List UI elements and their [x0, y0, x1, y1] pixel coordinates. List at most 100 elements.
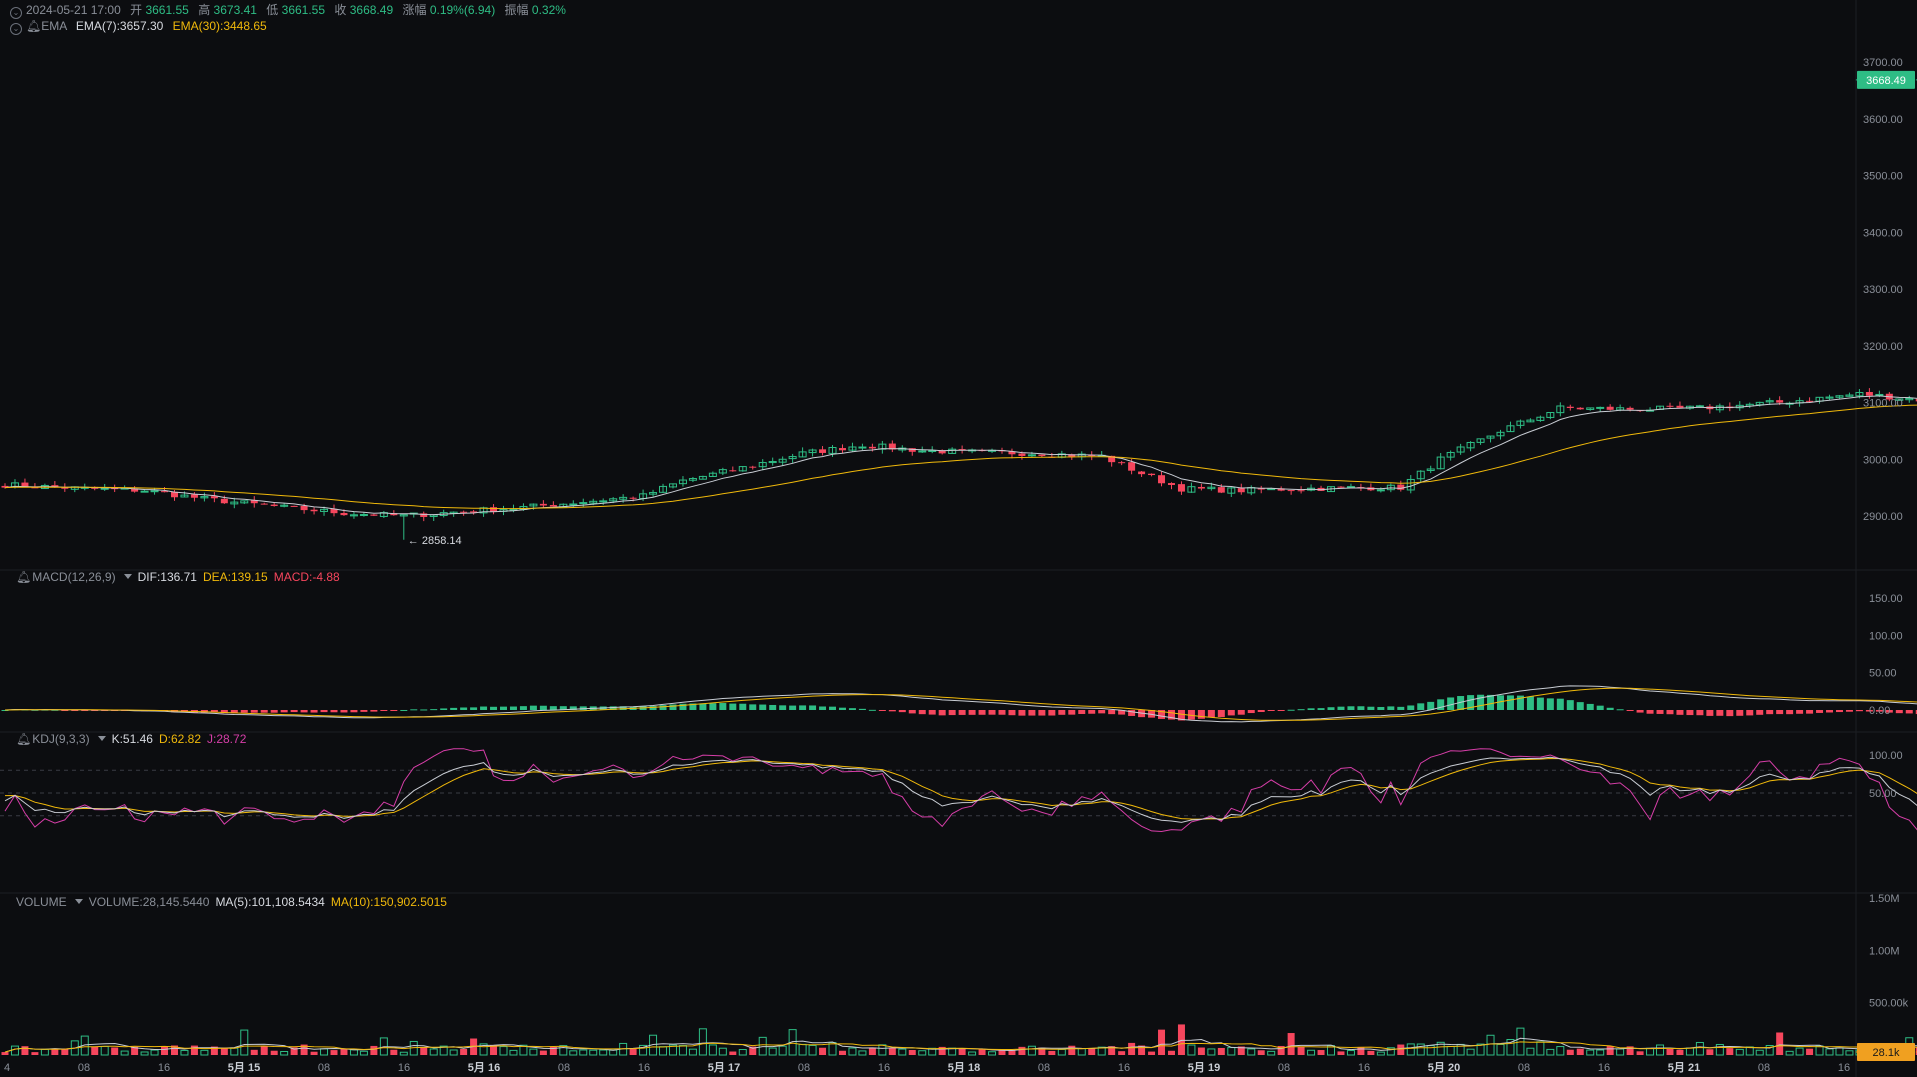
volume-bar [270, 1050, 278, 1055]
candle-body [290, 505, 298, 507]
volume-bar [1526, 1047, 1535, 1056]
macd-histogram-bar [1018, 710, 1026, 716]
bell-icon[interactable]: 🔔︎ [16, 732, 31, 746]
kdj-k: K:51.46 [111, 732, 153, 746]
volume-bar [1247, 1048, 1256, 1056]
volume-ma10-line [4, 1041, 1917, 1053]
chevron-down-icon[interactable] [74, 899, 83, 904]
candle-body [579, 502, 588, 505]
volume-bar [390, 1049, 398, 1055]
volume-bar [1426, 1045, 1435, 1056]
time-tick-label: 4 [4, 1062, 10, 1074]
volume-bar [908, 1050, 916, 1055]
macd-histogram-bar [1606, 707, 1614, 710]
macd-histogram-bar [1247, 710, 1255, 714]
volume-bar [868, 1047, 876, 1055]
volume-bar [140, 1051, 149, 1056]
change-value: 0.19%(6.94) [429, 3, 496, 17]
macd-value: MACD:-4.88 [273, 570, 340, 584]
volume-bar [1636, 1051, 1644, 1055]
macd-histogram-bar [988, 710, 996, 715]
ema-name[interactable]: EMA [41, 19, 66, 33]
macd-histogram-bar [769, 704, 777, 710]
volume-bar [1735, 1048, 1744, 1056]
macd-tick-label: 50.00 [1869, 668, 1897, 680]
kdj-tick-label: 50.00 [1869, 788, 1897, 800]
macd-histogram-bar [1895, 710, 1903, 714]
volume-bar [180, 1049, 189, 1056]
candle-body [1217, 487, 1225, 493]
volume-bar [1088, 1048, 1096, 1055]
volume-bar [1197, 1047, 1205, 1055]
chevron-down-icon[interactable] [123, 574, 132, 579]
macd-histogram-bar [390, 710, 398, 711]
time-tick-label: 5月 17 [708, 1061, 740, 1074]
macd-histogram-bar [1307, 708, 1315, 710]
macd-histogram-bar [779, 705, 787, 710]
macd-histogram-bar [500, 706, 507, 710]
volume-bar [569, 1050, 578, 1056]
volume-bar [529, 1048, 538, 1056]
volume-bar [449, 1049, 458, 1056]
volume-bar [120, 1050, 129, 1056]
kdj-name[interactable]: KDJ(9,3,3) [32, 732, 89, 746]
volume-bar [111, 1047, 119, 1055]
volume-bar [1556, 1046, 1565, 1056]
macd-histogram-bar [1008, 710, 1016, 716]
volume-bar [1227, 1047, 1236, 1056]
volume-bar [1596, 1049, 1605, 1056]
candle-body [509, 508, 518, 511]
macd-histogram-bar [270, 710, 278, 713]
collapse-icon[interactable]: ⌄ [10, 7, 22, 19]
volume-bar [340, 1048, 348, 1055]
volume-ma5-line [4, 1037, 1917, 1053]
macd-histogram-bar [1855, 710, 1863, 712]
macd-histogram-bar [370, 710, 378, 712]
candle-body [1027, 454, 1036, 457]
price-tick-label: 3400.00 [1863, 227, 1903, 239]
volume-bar [320, 1048, 329, 1056]
volume-bar [1048, 1050, 1056, 1055]
time-tick-label: 16 [1358, 1062, 1370, 1074]
chart-canvas[interactable]: 3725.69 →← 2858.142900.003000.003100.003… [0, 0, 1917, 1077]
volume-bar [260, 1045, 268, 1055]
macd-histogram-bar [1736, 710, 1744, 716]
volume-bar [330, 1050, 338, 1055]
bell-icon[interactable]: 🔔︎ [26, 19, 41, 33]
macd-histogram-bar [1536, 697, 1544, 710]
macd-histogram-bar [330, 710, 338, 713]
volume-bar [349, 1049, 358, 1056]
macd-histogram-bar [1367, 706, 1375, 710]
macd-name[interactable]: MACD(12,26,9) [32, 570, 115, 584]
candle-body [1566, 406, 1574, 408]
chevron-down-icon[interactable] [97, 736, 106, 741]
volume-bar [1496, 1043, 1505, 1056]
candle-body [1875, 393, 1884, 396]
collapse-icon[interactable]: ⌄ [10, 23, 22, 35]
volume-bar [1027, 1045, 1036, 1056]
candle-body [819, 449, 827, 453]
high-label: 高 [198, 3, 211, 17]
candle-body [140, 490, 149, 493]
kdj-d-line [4, 757, 1917, 820]
volume-name[interactable]: VOLUME [16, 895, 67, 909]
volume-bar [150, 1049, 159, 1056]
chart-root[interactable]: 3725.69 →← 2858.142900.003000.003100.003… [0, 0, 1917, 1077]
time-tick-label: 16 [638, 1062, 650, 1074]
volume-bar [200, 1049, 209, 1056]
volume-bar [1755, 1049, 1764, 1056]
macd-histogram-bar [1566, 700, 1574, 710]
macd-histogram-bar [1227, 710, 1235, 716]
macd-histogram-bar [829, 706, 837, 710]
candle-body [1606, 406, 1614, 410]
bell-icon[interactable]: 🔔︎ [16, 570, 31, 584]
macd-histogram-bar [1826, 710, 1834, 713]
volume-bar [1446, 1045, 1455, 1056]
macd-histogram-bar [1556, 698, 1564, 710]
macd-histogram-bar [410, 709, 418, 711]
candle-body [1128, 462, 1136, 471]
macd-histogram-bar [1377, 706, 1385, 710]
macd-histogram-bar [1835, 710, 1843, 713]
volume-tick-label: 500.00k [1869, 998, 1909, 1010]
volume-bar [1357, 1047, 1365, 1055]
